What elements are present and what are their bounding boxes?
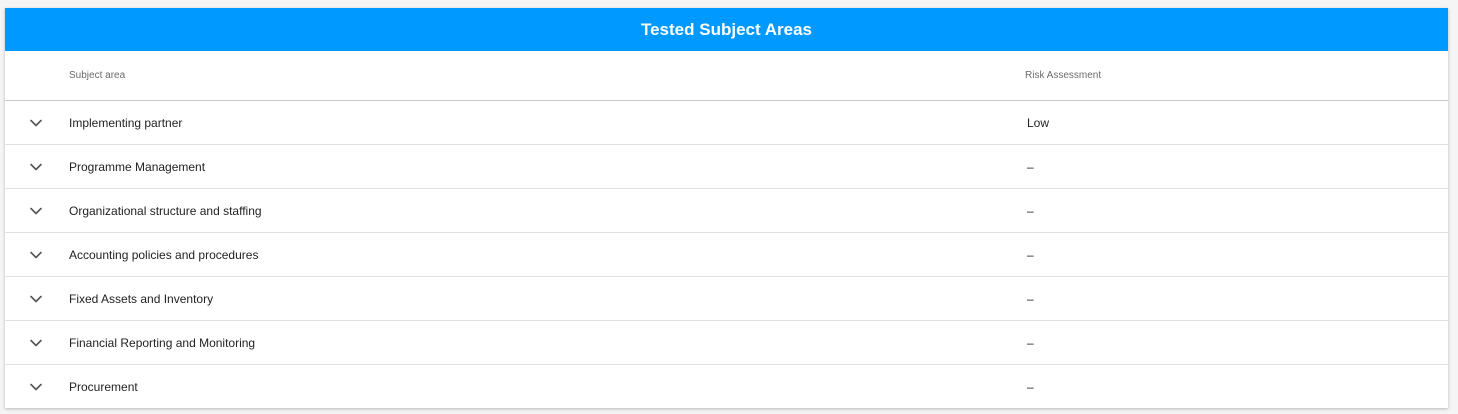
risk-assessment-cell: – — [1027, 335, 1034, 350]
subject-area-cell: Organizational structure and staffing — [69, 203, 262, 218]
risk-assessment-cell: – — [1027, 247, 1034, 262]
subject-area-cell: Programme Management — [69, 159, 206, 174]
subject-area-cell: Procurement — [69, 379, 138, 394]
chevron-down-icon[interactable] — [29, 336, 43, 350]
subject-area-cell: Financial Reporting and Monitoring — [69, 335, 256, 350]
table-row[interactable]: Fixed Assets and Inventory – — [5, 277, 1448, 321]
chevron-down-icon[interactable] — [29, 160, 43, 174]
subject-area-cell: Fixed Assets and Inventory — [69, 291, 214, 306]
subject-area-cell: Accounting policies and procedures — [69, 247, 259, 262]
table-body: Implementing partner Low Programme Manag… — [5, 101, 1448, 408]
risk-assessment-cell: – — [1027, 203, 1034, 218]
risk-assessment-cell: – — [1027, 159, 1034, 174]
chevron-down-icon[interactable] — [29, 380, 43, 394]
chevron-down-icon[interactable] — [29, 204, 43, 218]
table-row[interactable]: Financial Reporting and Monitoring – — [5, 321, 1448, 365]
risk-assessment-cell: Low — [1027, 115, 1050, 130]
column-header-risk-assessment: Risk Assessment — [1025, 70, 1102, 81]
chevron-down-icon[interactable] — [29, 292, 43, 306]
column-header-subject-area: Subject area — [69, 70, 126, 81]
table-row[interactable]: Procurement – — [5, 365, 1448, 408]
chevron-down-icon[interactable] — [29, 248, 43, 262]
subject-area-cell: Implementing partner — [69, 115, 183, 130]
table-row[interactable]: Organizational structure and staffing – — [5, 189, 1448, 233]
table-row[interactable]: Accounting policies and procedures – — [5, 233, 1448, 277]
risk-assessment-cell: – — [1027, 291, 1034, 306]
tested-subject-areas-card: Tested Subject Areas Subject area Risk A… — [5, 8, 1448, 408]
table-row[interactable]: Implementing partner Low — [5, 101, 1448, 145]
card-header: Tested Subject Areas — [5, 8, 1448, 51]
table-row[interactable]: Programme Management – — [5, 145, 1448, 189]
chevron-down-icon[interactable] — [29, 116, 43, 130]
card-title: Tested Subject Areas — [640, 19, 812, 39]
table-header-row: Subject area Risk Assessment — [5, 51, 1448, 101]
risk-assessment-cell: – — [1027, 379, 1034, 394]
